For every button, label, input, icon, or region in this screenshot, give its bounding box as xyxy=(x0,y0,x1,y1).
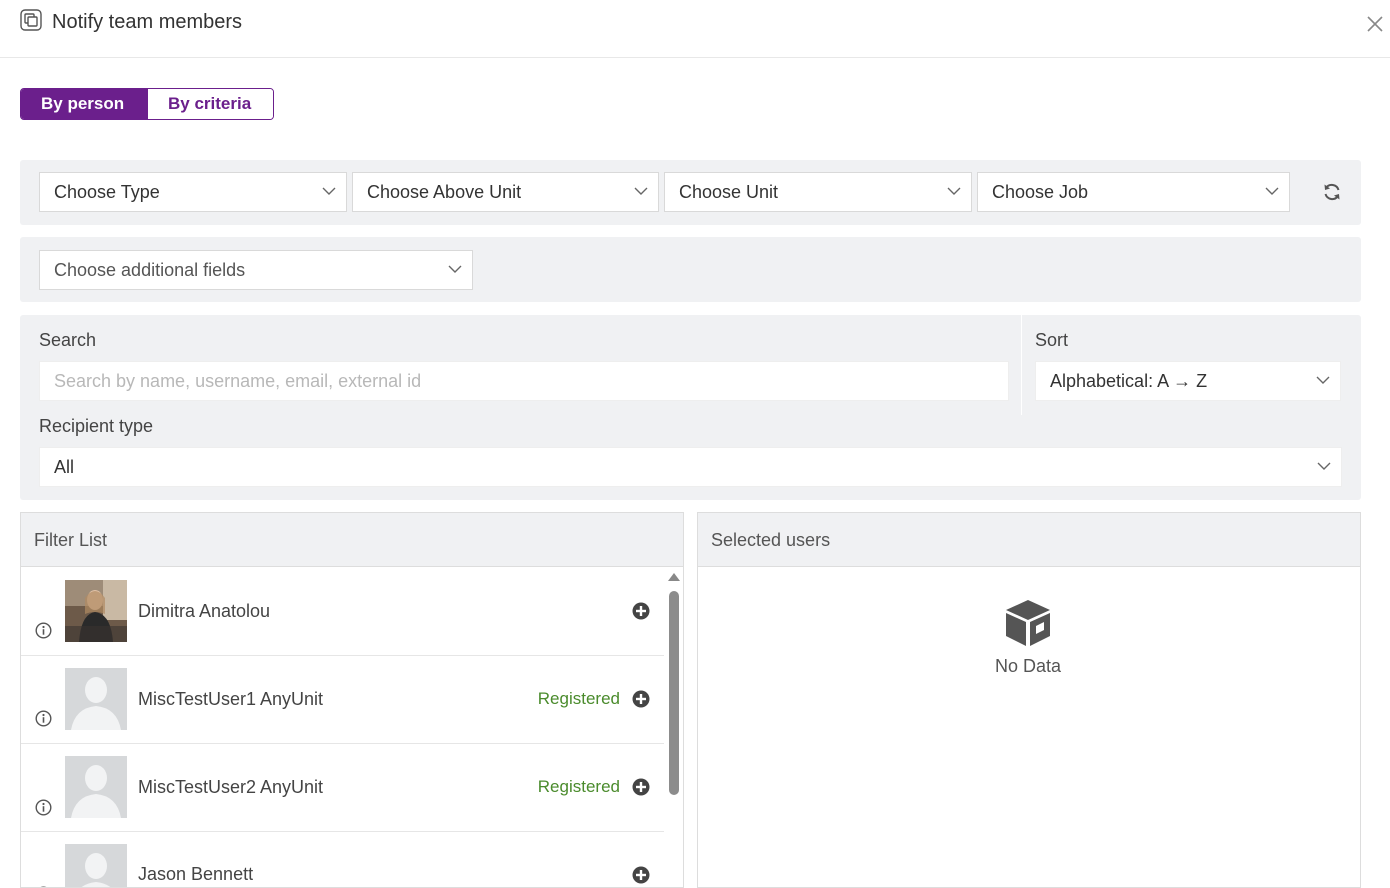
chevron-down-icon xyxy=(448,265,462,273)
scroll-up-arrow[interactable] xyxy=(668,573,680,581)
recipient-type-value: All xyxy=(54,457,75,477)
list-item: Dimitra Anatolou xyxy=(21,568,664,656)
choose-type-select[interactable]: Choose Type xyxy=(39,172,347,212)
info-icon[interactable] xyxy=(35,799,52,816)
list-item: Jason Bennett xyxy=(21,832,664,887)
add-circle-icon[interactable] xyxy=(632,866,650,884)
choose-above-unit-label: Choose Above Unit xyxy=(367,182,522,202)
avatar-placeholder-icon xyxy=(65,844,127,887)
empty-state: No Data xyxy=(988,597,1068,677)
add-circle-icon[interactable] xyxy=(632,778,650,796)
choose-unit-select[interactable]: Choose Unit xyxy=(664,172,972,212)
user-name: Jason Bennett xyxy=(138,864,254,884)
copy-window-icon xyxy=(20,9,42,31)
recipient-type-select[interactable]: All xyxy=(39,447,1342,487)
dialog-title: Notify team members xyxy=(52,11,243,33)
filter-list: Filter List Dimitra Anatolou MiscTestUse… xyxy=(20,512,684,888)
scrollbar-thumb[interactable] xyxy=(669,591,679,795)
close-icon[interactable] xyxy=(1364,13,1386,35)
additional-fields-select[interactable]: Choose additional fields xyxy=(39,250,473,290)
tab-by-person[interactable]: By person xyxy=(21,89,148,119)
add-circle-icon[interactable] xyxy=(632,690,650,708)
avatar-placeholder-icon xyxy=(65,756,127,818)
selected-users-title: Selected users xyxy=(698,513,1360,567)
status-badge: Registered xyxy=(537,777,620,796)
refresh-icon[interactable] xyxy=(1322,182,1342,202)
recipient-type-label: Recipient type xyxy=(39,416,154,436)
choose-unit-label: Choose Unit xyxy=(679,182,779,202)
avatar-placeholder-icon xyxy=(65,668,127,730)
avatar xyxy=(65,580,127,642)
no-data-text: No Data xyxy=(994,656,1062,676)
choose-type-label: Choose Type xyxy=(54,182,160,202)
status-badge: Registered xyxy=(537,689,620,708)
choose-job-select[interactable]: Choose Job xyxy=(977,172,1290,212)
filter-list-title: Filter List xyxy=(21,513,683,567)
dialog-header: Notify team members xyxy=(0,0,1390,58)
sort-value: Alphabetical: A → Z xyxy=(1050,371,1208,391)
additional-fields-label: Choose additional fields xyxy=(54,260,246,280)
chevron-down-icon xyxy=(1317,462,1331,470)
choose-above-unit-select[interactable]: Choose Above Unit xyxy=(352,172,659,212)
user-name: MiscTestUser1 AnyUnit xyxy=(138,689,324,709)
info-icon[interactable] xyxy=(35,622,52,639)
panel-divider xyxy=(1021,315,1022,415)
search-label: Search xyxy=(39,330,97,350)
sort-select[interactable]: Alphabetical: A → Z xyxy=(1035,361,1341,401)
chevron-down-icon xyxy=(947,187,961,195)
chevron-down-icon xyxy=(634,187,648,195)
chevron-down-icon xyxy=(322,187,336,195)
chevron-down-icon xyxy=(1265,187,1279,195)
list-item: MiscTestUser2 AnyUnit Registered xyxy=(21,744,664,832)
search-input[interactable] xyxy=(39,361,1009,401)
info-icon[interactable] xyxy=(35,710,52,727)
mode-toggle: By person By criteria xyxy=(20,88,274,120)
chevron-down-icon xyxy=(1316,376,1330,384)
box-icon xyxy=(1006,600,1050,646)
list-item: MiscTestUser1 AnyUnit Registered xyxy=(21,656,664,744)
user-name: MiscTestUser2 AnyUnit xyxy=(138,777,324,797)
user-name: Dimitra Anatolou xyxy=(138,601,271,621)
tab-by-criteria[interactable]: By criteria xyxy=(148,89,273,119)
choose-job-label: Choose Job xyxy=(992,182,1089,202)
add-circle-icon[interactable] xyxy=(632,602,650,620)
selected-users-panel: Selected users No Data xyxy=(697,512,1361,888)
sort-label: Sort xyxy=(1035,330,1069,350)
